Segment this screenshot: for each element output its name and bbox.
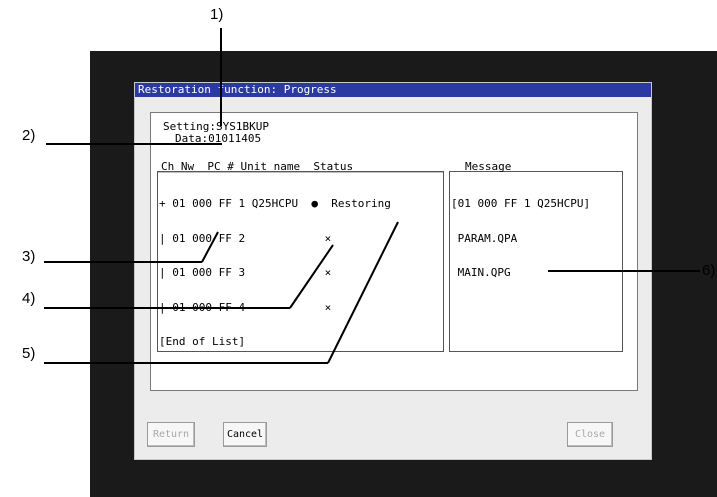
- leader-line-3-diagonal: [201, 231, 219, 263]
- callout-leader-lines: [44, 28, 700, 364]
- leader-line-5-diagonal: [327, 221, 399, 364]
- leader-line-4-diagonal: [289, 244, 334, 309]
